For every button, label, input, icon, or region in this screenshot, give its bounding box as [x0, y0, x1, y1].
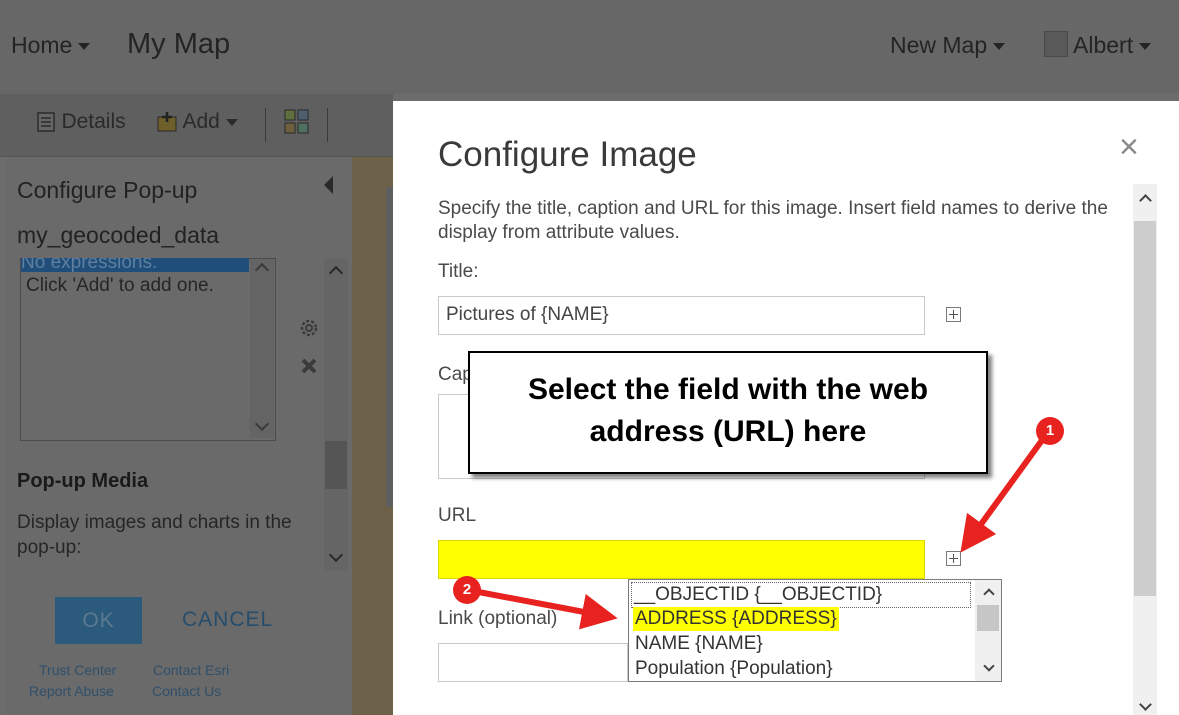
arrow-2 [467, 587, 618, 630]
step-badge-2: 2 [453, 576, 481, 604]
annotation-arrows [467, 430, 1051, 630]
arrow-1 [960, 430, 1051, 553]
step-badge-1: 1 [1036, 417, 1064, 445]
